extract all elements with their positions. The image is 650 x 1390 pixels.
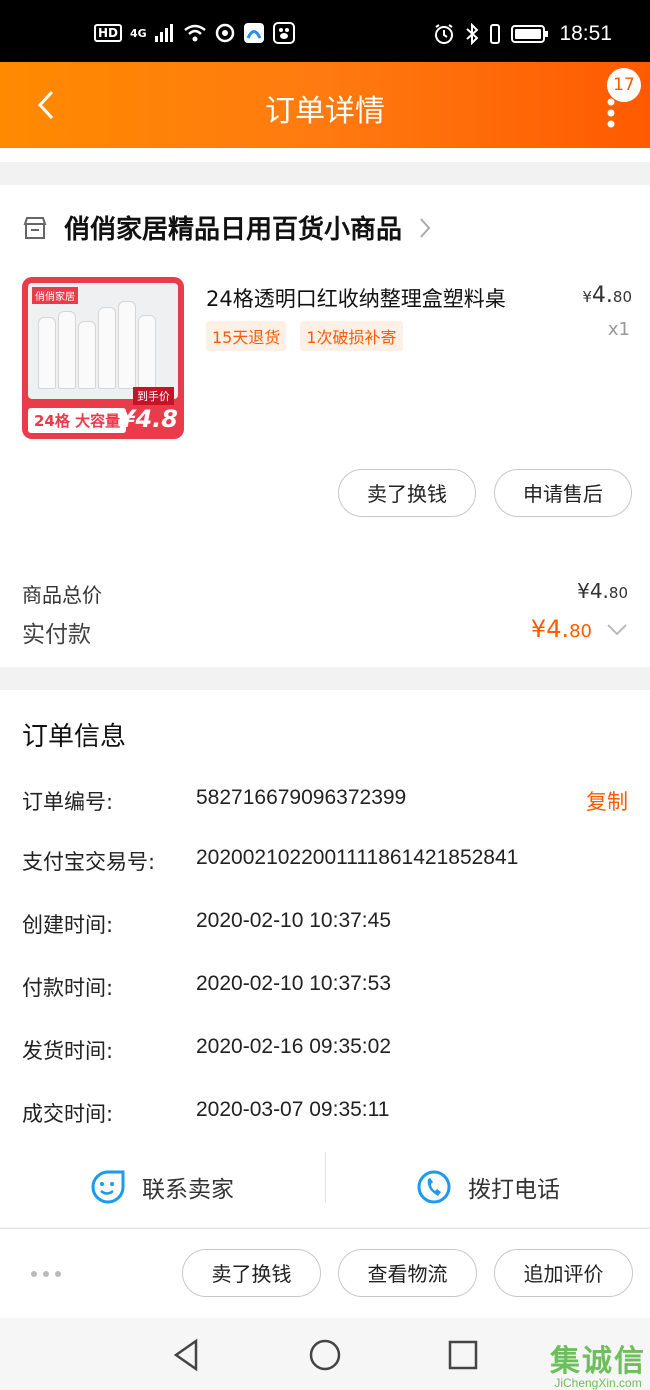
page-title: 订单详情 xyxy=(265,94,385,129)
hd-indicator: HD xyxy=(94,24,123,42)
product-image[interactable]: 俏俏家居 到手价 24格 大容量 ¥4.8 xyxy=(22,277,184,439)
shipped-time-value: 2020-02-16 09:35:02 xyxy=(196,1035,391,1058)
paid-decimal: 80 xyxy=(569,621,592,642)
network-type: 4G xyxy=(130,26,147,40)
phone-icon xyxy=(417,1170,451,1204)
bluetooth-icon xyxy=(466,23,479,45)
nav-home-icon[interactable] xyxy=(308,1338,342,1372)
status-bar-left: HD 4G xyxy=(94,22,295,44)
app-header: 订单详情 17 xyxy=(0,62,650,148)
order-info-title: 订单信息 xyxy=(22,722,127,752)
lipstick-slot xyxy=(118,301,136,389)
product-photo: 俏俏家居 xyxy=(28,283,178,399)
product-tag: 1次破损补寄 xyxy=(300,321,403,351)
lipstick-slot xyxy=(98,307,116,389)
nav-back-icon[interactable] xyxy=(170,1338,204,1372)
paid-amount-value: ¥4.80 xyxy=(531,615,592,643)
product-tags: 15天退货 1次破损补寄 xyxy=(206,321,403,351)
product-card: 俏俏家居精品日用百货小商品 俏俏家居 到手价 24格 大容量 ¥4.8 24格透… xyxy=(0,185,650,667)
created-time-label: 创建时间: xyxy=(22,913,114,937)
call-phone-label: 拨打电话 xyxy=(468,1177,560,1203)
message-count-badge: 17 xyxy=(607,68,641,102)
chat-face-icon xyxy=(91,1170,125,1204)
goods-total-value: ¥4.80 xyxy=(577,579,628,603)
copy-order-number-button[interactable]: 复制 xyxy=(586,786,628,816)
battery-icon xyxy=(511,25,549,43)
paid-time-label: 付款时间: xyxy=(22,976,114,1000)
lipstick-slot xyxy=(78,321,96,389)
signal-icon xyxy=(154,24,173,42)
product-title[interactable]: 24格透明口红收纳整理盒塑料桌 xyxy=(206,283,556,313)
chevron-down-icon[interactable] xyxy=(606,623,628,637)
sell-for-cash-bottom-button[interactable]: 卖了换钱 xyxy=(182,1249,321,1297)
product-image-price-label: 到手价 xyxy=(133,387,174,405)
top-strip xyxy=(0,148,650,162)
apply-aftersale-button[interactable]: 申请售后 xyxy=(494,469,632,517)
contact-seller-label: 联系卖家 xyxy=(142,1177,234,1203)
watermark: 集诚信 JiChengXin.com xyxy=(550,1336,646,1390)
price-decimal: 80 xyxy=(612,288,632,306)
more-vertical-icon[interactable] xyxy=(606,98,616,128)
contact-seller-button[interactable]: 联系卖家 xyxy=(0,1152,324,1222)
wifi-icon xyxy=(183,24,206,42)
shipped-time-label: 发货时间: xyxy=(22,1039,114,1063)
app-notification-icon xyxy=(243,23,264,43)
call-phone-button[interactable]: 拨打电话 xyxy=(326,1152,650,1222)
order-number-label: 订单编号: xyxy=(22,790,114,814)
product-image-caption: 24格 大容量 xyxy=(28,408,127,433)
vibrate-icon xyxy=(490,24,501,44)
alipay-trade-number-label: 支付宝交易号: xyxy=(22,850,156,874)
sell-for-cash-button[interactable]: 卖了换钱 xyxy=(338,469,476,517)
nav-recents-icon[interactable] xyxy=(446,1338,480,1372)
paw-app-icon xyxy=(272,22,295,44)
data-saver-icon xyxy=(215,23,234,43)
add-review-button[interactable]: 追加评价 xyxy=(494,1249,633,1297)
chevron-right-icon[interactable] xyxy=(418,216,432,240)
completed-time-label: 成交时间: xyxy=(22,1102,114,1126)
price-integer: 4. xyxy=(591,283,613,308)
view-logistics-button[interactable]: 查看物流 xyxy=(338,1249,477,1297)
watermark-logo: 集诚信 xyxy=(550,1344,646,1379)
product-image-price: ¥4.8 xyxy=(118,405,178,433)
clock: 18:51 xyxy=(559,22,612,45)
lipstick-slot xyxy=(138,315,156,389)
order-info-card: 订单信息 订单编号: 582716679096372399 复制 支付宝交易号:… xyxy=(0,690,650,1227)
status-bar: HD 4G 18:51 xyxy=(0,0,650,62)
product-tag: 15天退货 xyxy=(206,321,287,351)
alarm-icon xyxy=(435,24,454,44)
watermark-url: JiChengXin.com xyxy=(554,1376,642,1390)
completed-time-value: 2020-03-07 09:35:11 xyxy=(196,1098,390,1121)
lipstick-slot xyxy=(58,311,76,389)
goods-total-label: 商品总价 xyxy=(22,583,102,607)
lipstick-slot xyxy=(38,317,56,389)
order-number-value: 582716679096372399 xyxy=(196,786,407,809)
paid-integer: ¥4. xyxy=(530,615,570,643)
shop-name[interactable]: 俏俏家居精品日用百货小商品 xyxy=(64,209,402,246)
goods-total-integer: ¥4. xyxy=(577,579,609,603)
bottom-action-bar: 卖了换钱 查看物流 追加评价 xyxy=(0,1228,650,1319)
product-price: ¥4.80 xyxy=(582,283,632,308)
status-bar-right: 18:51 xyxy=(433,22,612,46)
shop-row[interactable]: 俏俏家居精品日用百货小商品 xyxy=(22,209,432,246)
currency-symbol: ¥ xyxy=(582,288,592,306)
alipay-trade-number-value: 2020021022001111861421852841 xyxy=(196,846,519,869)
paid-amount-label: 实付款 xyxy=(22,622,91,648)
paid-time-value: 2020-02-10 10:37:53 xyxy=(196,972,391,995)
product-image-brand: 俏俏家居 xyxy=(32,287,78,304)
product-quantity: x1 xyxy=(607,319,630,340)
created-time-value: 2020-02-10 10:37:45 xyxy=(196,909,391,932)
goods-total-decimal: 80 xyxy=(608,584,628,602)
more-horizontal-icon[interactable] xyxy=(30,1269,62,1279)
store-icon xyxy=(23,216,47,239)
